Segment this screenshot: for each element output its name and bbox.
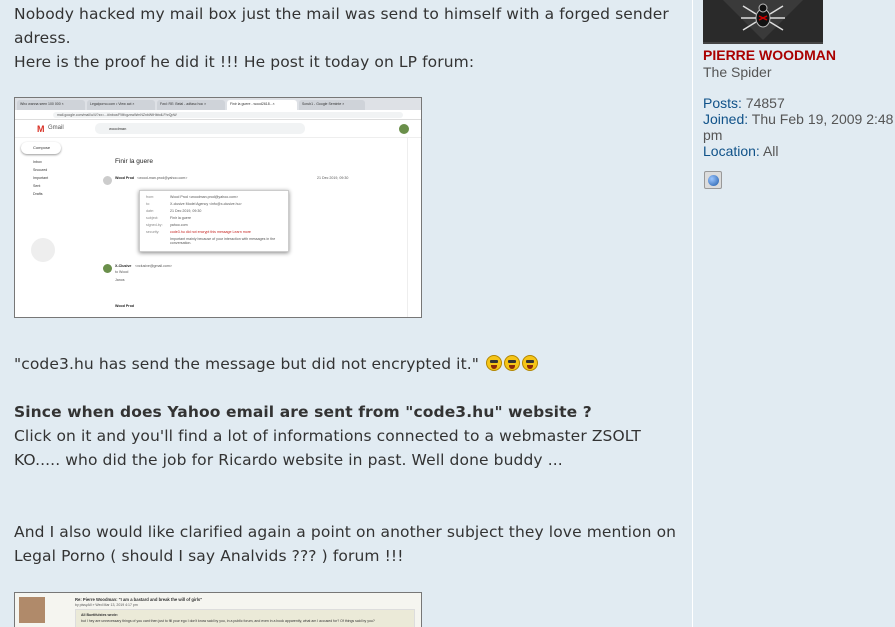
joined-value: Thu Feb 19, 2009 2:48 bbox=[751, 111, 894, 127]
gmail-logo-icon: M bbox=[37, 124, 45, 134]
sidebar-item: Inbox bbox=[33, 160, 42, 164]
post-quote-line: "code3.hu has send the message but did n… bbox=[14, 352, 539, 376]
laughing-emoji-icon bbox=[522, 355, 539, 371]
forum-post-title: Re: Pierre Woodman: "I am a bastard and … bbox=[75, 597, 203, 602]
browser-address-bar: mail.google.com/mail/u/4/?zx=...#inbox/F… bbox=[15, 110, 421, 120]
reply-email: <xclusive@gmail.com> bbox=[135, 264, 173, 268]
user-posts: Posts: 74857 bbox=[703, 95, 785, 111]
post-text-line: And I also would like clarified again a … bbox=[14, 523, 677, 541]
sidebar-item: Snoozed bbox=[33, 168, 48, 172]
sidebar-item: Drafts bbox=[33, 192, 43, 196]
browser-tab: Finir la guere - wood2618...× bbox=[227, 100, 297, 110]
sidebar-item: Sent bbox=[33, 184, 41, 188]
user-avatar[interactable] bbox=[703, 0, 823, 44]
gmail-search-box: woodman bbox=[95, 123, 305, 134]
posts-value[interactable]: 74857 bbox=[746, 95, 785, 111]
forum-screenshot-image[interactable]: Re: Pierre Woodman: "I am a bastard and … bbox=[14, 592, 422, 627]
post-text-line: KO..... who did the job for Ricardo webs… bbox=[14, 451, 563, 469]
popup-value: X-clusive Model Agency <info@x-clusive.h… bbox=[170, 202, 242, 206]
sender-name: Wood Prod bbox=[115, 176, 135, 180]
popup-value: Important mainly because of your interac… bbox=[170, 237, 276, 245]
username-link[interactable]: PIERRE WOODMAN bbox=[703, 47, 836, 63]
browser-tab: Scrub1 - Google Seminte × bbox=[299, 100, 365, 110]
website-globe-icon[interactable] bbox=[704, 171, 722, 189]
gmail-app-name: Gmail bbox=[48, 125, 64, 131]
hangouts-placeholder bbox=[31, 238, 55, 262]
user-profile-panel: PIERRE WOODMAN The Spider Posts: 74857 J… bbox=[692, 0, 895, 627]
popup-security-warning: code3.hu did not encrypt this message Le… bbox=[170, 230, 251, 234]
forum-quote-text: but I hey are unnecessary things of you … bbox=[81, 619, 375, 623]
post-text-line: Legal Porno ( should I say Analvids ??? … bbox=[14, 547, 404, 565]
reply-to: to Wood bbox=[115, 270, 129, 274]
post-body: Nobody hacked my mail box just the mail … bbox=[0, 0, 692, 627]
popup-label: from: bbox=[146, 195, 155, 199]
location-value: All bbox=[762, 143, 779, 159]
popup-value: yahoo.com bbox=[170, 223, 188, 227]
browser-tab: Who wanna seen 100 000 × bbox=[17, 100, 85, 110]
url-text: mail.google.com/mail/u/4/?zx=...#inbox/F… bbox=[53, 112, 403, 118]
browser-tab-bar: Who wanna seen 100 000 × Legalporno.com … bbox=[15, 98, 421, 110]
last-sender: Wood Prod bbox=[115, 304, 135, 308]
location-label: Location: bbox=[703, 143, 760, 159]
popup-value: Wood Prod <woodman.prod@yahoo.com> bbox=[170, 195, 239, 199]
reply-body: Janos bbox=[115, 278, 125, 282]
email-date: 21 Dec 2019, 09:30 bbox=[317, 176, 349, 180]
user-joined: Joined: Thu Feb 19, 2009 2:48 bbox=[703, 111, 893, 127]
posts-label: Posts: bbox=[703, 95, 742, 111]
laughing-emoji-icon bbox=[504, 355, 521, 371]
gmail-right-sidebar bbox=[407, 138, 421, 317]
popup-label: subject: bbox=[146, 216, 159, 220]
joined-label: Joined: bbox=[703, 111, 749, 127]
gmail-screenshot-image[interactable]: Who wanna seen 100 000 × Legalporno.com … bbox=[14, 97, 422, 318]
gmail-avatar bbox=[399, 124, 409, 134]
popup-value: 21 Dec 2019, 09:30 bbox=[170, 209, 202, 213]
post-text-line: Nobody hacked my mail box just the mail … bbox=[14, 5, 669, 23]
compose-button: Compose bbox=[21, 142, 61, 154]
forum-avatar bbox=[19, 597, 45, 623]
browser-tab: Fwd: RE: Belal - adfasc hoc × bbox=[157, 100, 225, 110]
sender-avatar bbox=[103, 176, 112, 185]
email-subject: Finir la guere bbox=[115, 158, 153, 165]
sender-email: <wood-man.prod@yahoo.com> bbox=[137, 176, 188, 180]
popup-label: to: bbox=[146, 202, 150, 206]
post-text-line: adress. bbox=[14, 29, 71, 47]
joined-value-cont: pm bbox=[703, 127, 723, 143]
popup-label: date: bbox=[146, 209, 154, 213]
browser-tab: Legalporno.com • View act × bbox=[87, 100, 155, 110]
post-question: Since when does Yahoo email are sent fro… bbox=[14, 403, 592, 421]
user-rank: The Spider bbox=[703, 64, 772, 80]
forum-quote-block: All Buetifulstes wrote: but I hey are un… bbox=[75, 609, 415, 627]
user-joined-cont: pm bbox=[703, 127, 722, 143]
forum-quote-author: All Buetifulstes wrote: bbox=[81, 613, 118, 617]
forum-post-byline: by pissyAll » Wed Mar 13, 2019 4:17 pm bbox=[75, 603, 138, 607]
sidebar-item: Important bbox=[33, 176, 49, 180]
spider-logo-icon bbox=[703, 0, 823, 42]
post-text-line: Here is the proof he did it !!! He post … bbox=[14, 53, 475, 71]
laughing-emoji-icon bbox=[486, 355, 503, 371]
post-text-line: Click on it and you'll find a lot of inf… bbox=[14, 427, 641, 445]
gmail-message-view: Finir la guere Wood Prod <wood-man.prod@… bbox=[97, 140, 409, 315]
reply-sender: X-Clusive bbox=[115, 264, 132, 268]
quote-text: "code3.hu has send the message but did n… bbox=[14, 355, 480, 373]
email-details-popup: from: Wood Prod <woodman.prod@yahoo.com>… bbox=[139, 190, 289, 252]
gmail-header: M Gmail woodman bbox=[15, 120, 421, 138]
popup-label: security: bbox=[146, 230, 160, 234]
gmail-sidebar: Compose Inbox Snoozed Important Sent Dra… bbox=[21, 142, 93, 262]
reply-avatar bbox=[103, 264, 112, 273]
popup-label: signed-by: bbox=[146, 223, 163, 227]
popup-value: Finir la guere bbox=[170, 216, 191, 220]
user-location: Location: All bbox=[703, 143, 779, 159]
